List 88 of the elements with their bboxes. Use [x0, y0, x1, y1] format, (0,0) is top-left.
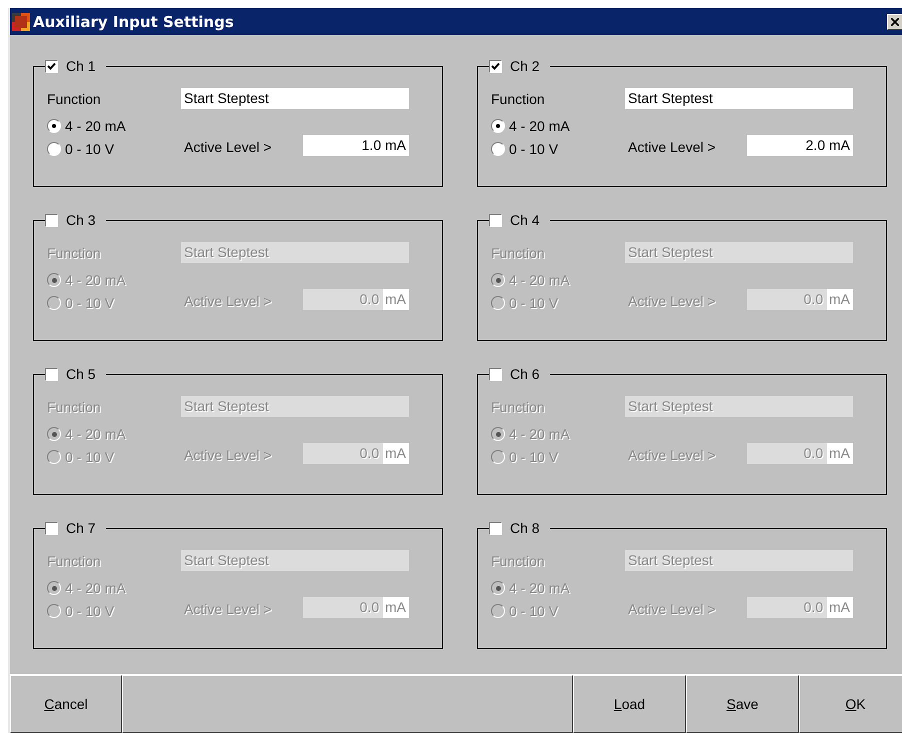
checkbox[interactable]	[45, 368, 58, 380]
radio-button[interactable]	[491, 296, 505, 310]
button[interactable]: Save	[686, 675, 799, 733]
radio-button[interactable]	[47, 450, 61, 464]
input-field[interactable]: 0.0 mA	[747, 289, 853, 310]
checkbox[interactable]	[489, 522, 502, 534]
input-field[interactable]: Start Steptest	[625, 550, 853, 571]
button[interactable]: OK	[799, 675, 902, 733]
input-field[interactable]: 0.0 mA	[303, 443, 409, 464]
radio-label: 0 - 10 V	[509, 141, 558, 157]
input-field[interactable]: 0.0 mA	[747, 443, 853, 464]
checkbox-label: Ch 1	[66, 58, 96, 74]
field-label: Active Level >	[628, 601, 717, 617]
checkbox-label: Ch 4	[510, 212, 540, 228]
checkbox-label: Ch 6	[510, 366, 540, 382]
radio-button[interactable]	[47, 604, 61, 618]
radio-label: 0 - 10 V	[509, 449, 558, 465]
radio-button[interactable]	[47, 581, 61, 595]
input-field[interactable]: Start Steptest	[625, 396, 853, 417]
field-label: Function	[491, 552, 546, 568]
app-icon	[12, 12, 30, 30]
radio-label: 4 - 20 mA	[65, 580, 126, 596]
input-field[interactable]: 2.0 mA	[747, 135, 853, 156]
close-icon	[891, 18, 899, 26]
radio-button[interactable]	[491, 604, 505, 618]
checkbox-label: Ch 3	[66, 212, 96, 228]
field-label: Function	[47, 90, 102, 106]
field-label: Active Level >	[628, 139, 717, 155]
field-label: Function	[47, 244, 102, 260]
radio-button[interactable]	[491, 450, 505, 464]
radio-button[interactable]	[47, 119, 61, 133]
radio-button[interactable]	[491, 273, 505, 287]
checkbox[interactable]	[45, 522, 58, 534]
checkbox[interactable]	[45, 214, 58, 226]
radio-label: 4 - 20 mA	[509, 272, 570, 288]
input-field[interactable]: Start Steptest	[181, 550, 409, 571]
field-label: Function	[491, 90, 546, 106]
input-field[interactable]: Start Steptest	[181, 88, 409, 109]
radio-button[interactable]	[47, 273, 61, 287]
field-label: Function	[491, 244, 546, 260]
checkbox[interactable]	[45, 60, 58, 72]
field-label: Function	[47, 398, 102, 414]
input-field[interactable]: 0.0 mA	[303, 597, 409, 618]
radio-label: 4 - 20 mA	[509, 580, 570, 596]
checkbox-label: Ch 5	[66, 366, 96, 382]
radio-button[interactable]	[47, 427, 61, 441]
field-label: Active Level >	[184, 293, 273, 309]
radio-label: 4 - 20 mA	[509, 118, 570, 134]
field-label: Active Level >	[184, 139, 273, 155]
field-label: Function	[491, 398, 546, 414]
checkbox-label: Ch 2	[510, 58, 540, 74]
radio-label: 0 - 10 V	[65, 295, 114, 311]
field-label: Function	[47, 552, 102, 568]
field-label: Active Level >	[628, 293, 717, 309]
radio-button[interactable]	[47, 142, 61, 156]
checkbox-label: Ch 7	[66, 520, 96, 536]
input-field[interactable]: Start Steptest	[625, 88, 853, 109]
checkbox[interactable]	[489, 60, 502, 72]
radio-label: 4 - 20 mA	[65, 426, 126, 442]
button[interactable]: Cancel	[10, 675, 122, 733]
radio-button[interactable]	[491, 119, 505, 133]
input-field[interactable]: Start Steptest	[625, 242, 853, 263]
field-label: Active Level >	[628, 447, 717, 463]
close-button[interactable]	[887, 14, 902, 30]
radio-label: 4 - 20 mA	[509, 426, 570, 442]
radio-label: 0 - 10 V	[509, 603, 558, 619]
radio-label: 0 - 10 V	[509, 295, 558, 311]
checkbox-label: Ch 8	[510, 520, 540, 536]
radio-label: 0 - 10 V	[65, 449, 114, 465]
input-field[interactable]: Start Steptest	[181, 396, 409, 417]
checkbox[interactable]	[489, 368, 502, 380]
radio-label: 0 - 10 V	[65, 603, 114, 619]
field-label: Active Level >	[184, 601, 273, 617]
radio-button[interactable]	[47, 296, 61, 310]
radio-label: 4 - 20 mA	[65, 118, 126, 134]
button[interactable]: Load	[573, 675, 686, 733]
radio-button[interactable]	[491, 581, 505, 595]
radio-label: 0 - 10 V	[65, 141, 114, 157]
radio-label: 4 - 20 mA	[65, 272, 126, 288]
input-field[interactable]: 0.0 mA	[747, 597, 853, 618]
field-label: Active Level >	[184, 447, 273, 463]
radio-button[interactable]	[491, 427, 505, 441]
window-title: Auxiliary Input Settings	[33, 12, 235, 30]
input-field[interactable]: 1.0 mA	[303, 135, 409, 156]
input-field[interactable]: Start Steptest	[181, 242, 409, 263]
radio-button[interactable]	[491, 142, 505, 156]
checkbox[interactable]	[489, 214, 502, 226]
input-field[interactable]: 0.0 mA	[303, 289, 409, 310]
